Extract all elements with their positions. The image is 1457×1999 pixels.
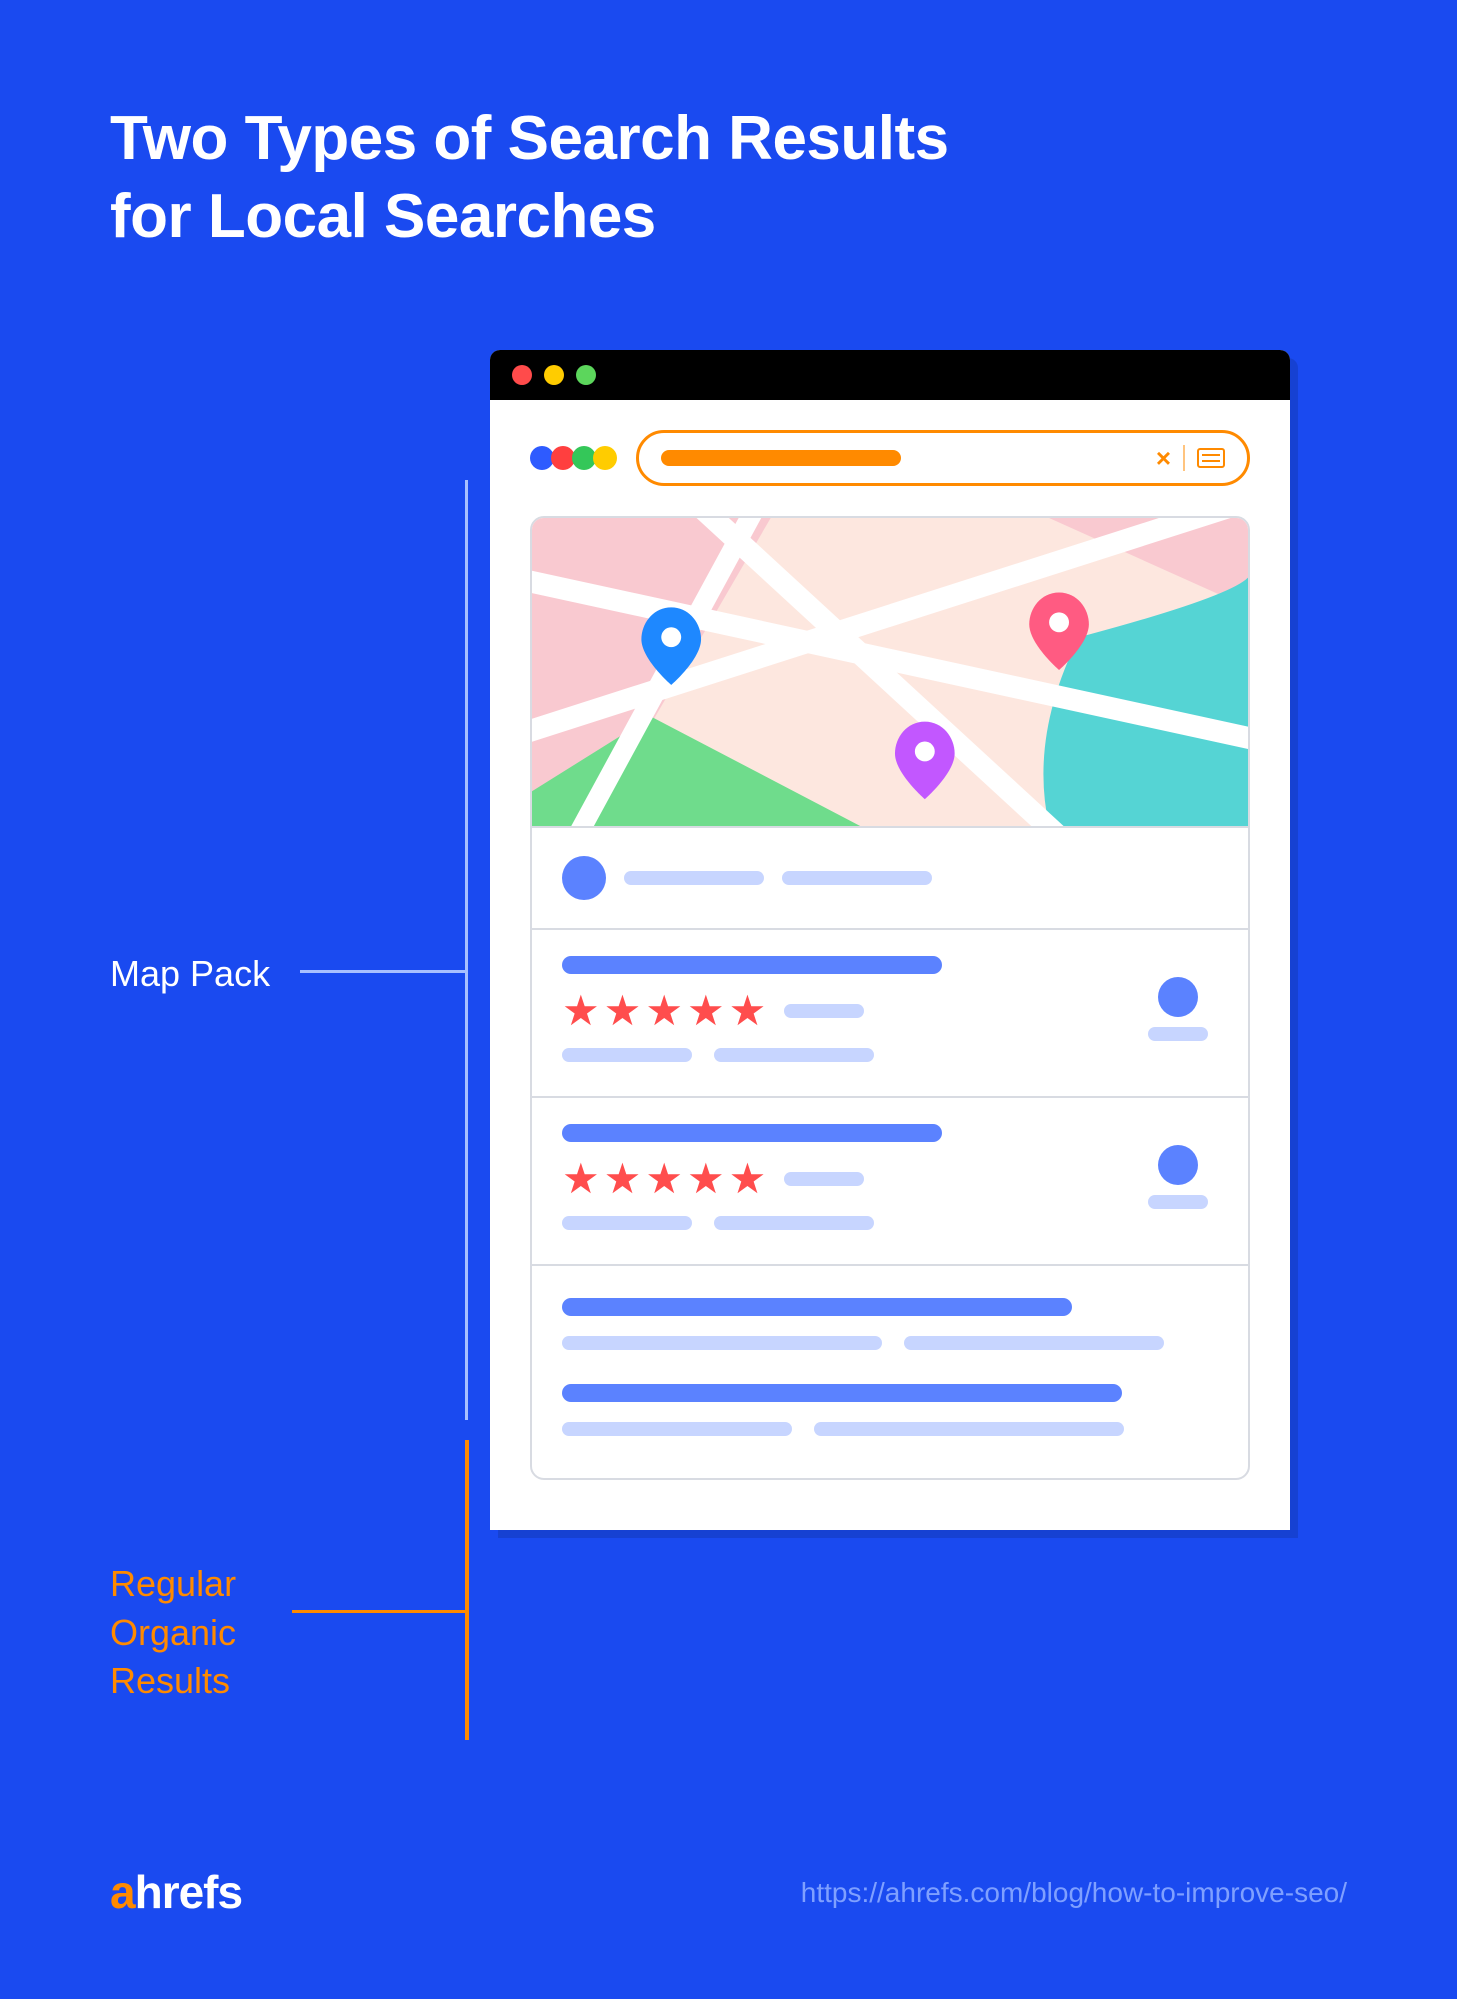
action-label-placeholder — [1148, 1027, 1208, 1041]
window-maximize-icon[interactable] — [576, 365, 596, 385]
listing-meta-placeholder — [562, 1048, 692, 1062]
organic-connector — [292, 1610, 468, 1613]
organic-snippet-placeholder — [562, 1422, 792, 1436]
star-icon: ★ — [604, 1158, 642, 1200]
organic-title-placeholder[interactable] — [562, 1384, 1122, 1402]
action-icon[interactable] — [1158, 977, 1198, 1017]
map-pack-listing[interactable]: ★ ★ ★ ★ ★ — [532, 930, 1248, 1098]
window-close-icon[interactable] — [512, 365, 532, 385]
ahrefs-logo: ahrefs — [110, 1865, 242, 1919]
organic-title-placeholder[interactable] — [562, 1298, 1072, 1316]
map-preview[interactable] — [532, 518, 1248, 828]
filter-chip[interactable] — [624, 871, 764, 885]
map-pack-listing[interactable]: ★ ★ ★ ★ ★ — [532, 1098, 1248, 1266]
filter-avatar-icon[interactable] — [562, 856, 606, 900]
label-organic: Regular Organic Results — [110, 1560, 236, 1706]
rating-stars: ★ ★ ★ ★ ★ — [562, 990, 1118, 1032]
listing-meta-placeholder — [714, 1048, 874, 1062]
listing-title-placeholder — [562, 956, 942, 974]
listing-title-placeholder — [562, 1124, 942, 1142]
map-filter-row — [532, 828, 1248, 930]
star-icon: ★ — [645, 990, 683, 1032]
organic-snippet-placeholder — [904, 1336, 1164, 1350]
clear-search-icon[interactable]: × — [1156, 443, 1171, 474]
results-panel: ★ ★ ★ ★ ★ — [530, 516, 1250, 1480]
label-map-pack: Map Pack — [110, 950, 270, 999]
star-icon: ★ — [729, 1158, 767, 1200]
star-icon: ★ — [604, 990, 642, 1032]
organic-snippet-placeholder — [814, 1422, 1124, 1436]
window-titlebar — [490, 350, 1290, 400]
action-icon[interactable] — [1158, 1145, 1198, 1185]
rating-stars: ★ ★ ★ ★ ★ — [562, 1158, 1118, 1200]
window-minimize-icon[interactable] — [544, 365, 564, 385]
star-icon: ★ — [562, 1158, 600, 1200]
page-title: Two Types of Search Results for Local Se… — [110, 100, 949, 255]
organic-snippet-placeholder — [562, 1336, 882, 1350]
search-input[interactable]: × — [636, 430, 1250, 486]
listing-meta-placeholder — [714, 1216, 874, 1230]
star-icon: ★ — [687, 1158, 725, 1200]
star-icon: ★ — [562, 990, 600, 1032]
map-pack-connector — [300, 970, 468, 973]
organic-results — [532, 1266, 1248, 1478]
google-logo-icon — [530, 446, 614, 470]
divider — [1183, 445, 1185, 471]
source-url: https://ahrefs.com/blog/how-to-improve-s… — [801, 1877, 1347, 1909]
listing-meta-placeholder — [562, 1216, 692, 1230]
keyboard-icon[interactable] — [1197, 448, 1225, 468]
browser-window: × — [490, 350, 1290, 1530]
map-pack-bracket — [465, 480, 468, 1420]
star-icon: ★ — [687, 990, 725, 1032]
filter-chip[interactable] — [782, 871, 932, 885]
star-icon: ★ — [729, 990, 767, 1032]
action-label-placeholder — [1148, 1195, 1208, 1209]
map-svg — [532, 518, 1248, 826]
star-icon: ★ — [645, 1158, 683, 1200]
search-query-placeholder — [661, 450, 901, 466]
search-toolbar: × — [490, 400, 1290, 506]
organic-bracket — [465, 1440, 469, 1740]
rating-count-placeholder — [784, 1004, 864, 1018]
rating-count-placeholder — [784, 1172, 864, 1186]
